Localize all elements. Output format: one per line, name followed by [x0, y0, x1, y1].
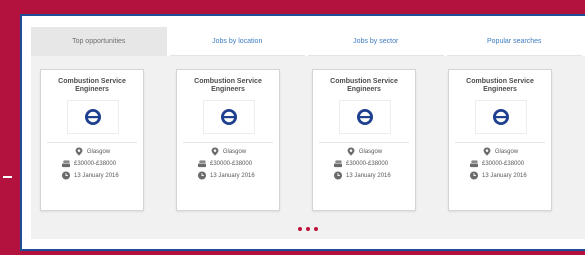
- job-card[interactable]: Combustion Service Engineers Glasgow £30…: [40, 69, 144, 211]
- company-logo: [475, 100, 527, 134]
- company-logo-icon: [357, 109, 373, 125]
- job-date: 13 January 2016: [482, 172, 527, 179]
- location-row: Glasgow: [177, 147, 279, 156]
- company-logo: [339, 100, 391, 134]
- job-title[interactable]: Combustion Service Engineers: [181, 78, 275, 94]
- company-logo: [67, 100, 119, 134]
- money-icon: [197, 160, 207, 168]
- company-logo-icon: [85, 109, 101, 125]
- job-date: 13 January 2016: [210, 172, 255, 179]
- job-card[interactable]: Combustion Service Engineers Glasgow £30…: [312, 69, 416, 211]
- pagination-dot[interactable]: [298, 227, 302, 231]
- divider-dash: [3, 176, 12, 178]
- card-divider: [455, 142, 545, 143]
- location-row: Glasgow: [449, 147, 551, 156]
- salary-row: £30000-£38000: [333, 159, 413, 168]
- tab-jobs-by-location[interactable]: Jobs by location: [169, 27, 305, 56]
- job-date: 13 January 2016: [346, 172, 391, 179]
- company-logo-icon: [221, 109, 237, 125]
- salary-row: £30000-£38000: [469, 159, 549, 168]
- jobs-widget-frame: Top opportunities Jobs by location Jobs …: [20, 14, 585, 251]
- job-title[interactable]: Combustion Service Engineers: [453, 78, 547, 94]
- job-location: Glasgow: [358, 148, 383, 155]
- pagination-dot[interactable]: [314, 227, 318, 231]
- job-salary: £30000-£38000: [210, 160, 253, 167]
- tab-bar: Top opportunities Jobs by location Jobs …: [31, 27, 585, 56]
- location-row: Glasgow: [41, 147, 143, 156]
- tab-jobs-by-sector[interactable]: Jobs by sector: [308, 27, 444, 56]
- job-card[interactable]: Combustion Service Engineers Glasgow £30…: [176, 69, 280, 211]
- tab-popular-searches[interactable]: Popular searches: [446, 27, 582, 56]
- job-salary: £30000-£38000: [346, 160, 389, 167]
- map-pin-icon: [75, 147, 83, 156]
- carousel-pagination: [31, 227, 585, 231]
- money-icon: [333, 160, 343, 168]
- date-row: 13 January 2016: [61, 171, 141, 180]
- company-logo-icon: [493, 109, 509, 125]
- clock-icon: [61, 171, 71, 180]
- card-divider: [183, 142, 273, 143]
- clock-icon: [333, 171, 343, 180]
- job-card-list: Combustion Service Engineers Glasgow £30…: [40, 69, 584, 211]
- job-location: Glasgow: [86, 148, 111, 155]
- card-divider: [319, 142, 409, 143]
- job-salary: £30000-£38000: [74, 160, 117, 167]
- salary-row: £30000-£38000: [197, 159, 277, 168]
- job-title[interactable]: Combustion Service Engineers: [317, 78, 411, 94]
- job-location: Glasgow: [494, 148, 519, 155]
- job-card[interactable]: Combustion Service Engineers Glasgow £30…: [448, 69, 552, 211]
- company-logo: [203, 100, 255, 134]
- date-row: 13 January 2016: [469, 171, 549, 180]
- job-location: Glasgow: [222, 148, 247, 155]
- jobs-panel: Top opportunities Jobs by location Jobs …: [31, 27, 585, 239]
- job-title[interactable]: Combustion Service Engineers: [45, 78, 139, 94]
- job-date: 13 January 2016: [74, 172, 119, 179]
- money-icon: [469, 160, 479, 168]
- map-pin-icon: [211, 147, 219, 156]
- salary-row: £30000-£38000: [61, 159, 141, 168]
- clock-icon: [469, 171, 479, 180]
- pagination-dot[interactable]: [306, 227, 310, 231]
- tab-top-opportunities[interactable]: Top opportunities: [31, 27, 167, 56]
- job-salary: £30000-£38000: [482, 160, 525, 167]
- money-icon: [61, 160, 71, 168]
- map-pin-icon: [347, 147, 355, 156]
- date-row: 13 January 2016: [197, 171, 277, 180]
- date-row: 13 January 2016: [333, 171, 413, 180]
- clock-icon: [197, 171, 207, 180]
- card-divider: [47, 142, 137, 143]
- location-row: Glasgow: [313, 147, 415, 156]
- map-pin-icon: [483, 147, 491, 156]
